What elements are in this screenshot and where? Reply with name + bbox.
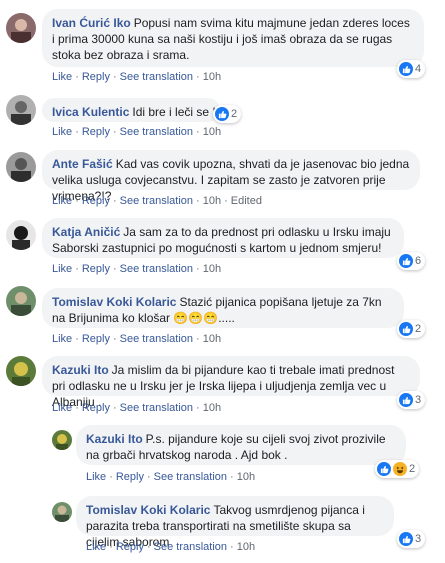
reaction-count: 6 [415, 255, 422, 267]
like-reaction-icon [377, 462, 391, 476]
comment-bubble: Kazuki Ito Ja mislim da bi pijandure kao … [42, 356, 420, 409]
reply-link[interactable]: Reply [82, 333, 110, 345]
like-link[interactable]: Like [52, 263, 72, 275]
comment-time[interactable]: 10h [203, 126, 221, 138]
like-reaction-icon [399, 62, 413, 76]
reaction-summary[interactable]: 2 [213, 105, 242, 123]
comment-author[interactable]: Ante Fašić [52, 157, 113, 171]
reply-bubble: Kazuki Ito P.s. pijandure koje su cijeli … [76, 425, 406, 465]
avatar[interactable] [6, 220, 36, 250]
reaction-count: 3 [415, 533, 422, 545]
reaction-summary[interactable]: 2 [397, 320, 426, 338]
comment-time[interactable]: 10h [203, 195, 221, 207]
see-translation-link[interactable]: See translation [120, 333, 193, 345]
avatar[interactable] [52, 502, 72, 522]
like-link[interactable]: Like [52, 333, 72, 345]
reply-link[interactable]: Reply [82, 71, 110, 83]
like-link[interactable]: Like [86, 471, 106, 483]
comment-bubble: Ivica Kulentic Idi bre i leči se ! [42, 98, 220, 122]
reaction-summary[interactable]: 3 [397, 391, 426, 409]
like-link[interactable]: Like [52, 71, 72, 83]
comment-author[interactable]: Katja Aničić [52, 225, 120, 239]
see-translation-link[interactable]: See translation [120, 402, 193, 414]
reply-link[interactable]: Reply [82, 126, 110, 138]
comment-actions: Like · Reply · See translation · 10h [52, 263, 222, 275]
see-translation-link[interactable]: See translation [120, 195, 193, 207]
comment-time[interactable]: 10h [203, 333, 221, 345]
avatar[interactable] [6, 152, 36, 182]
see-translation-link[interactable]: See translation [154, 541, 227, 553]
reaction-summary[interactable]: 3 [397, 530, 426, 548]
reply-link[interactable]: Reply [116, 541, 144, 553]
avatar[interactable] [6, 286, 36, 316]
reply-bubble: Tomislav Koki Kolaric Takvog usmrdjenog p… [76, 496, 394, 549]
reply-actions: Like · Reply · See translation · 10h [86, 541, 256, 553]
like-reaction-icon [399, 254, 413, 268]
reaction-summary[interactable]: 6 [397, 252, 426, 270]
reaction-count: 2 [231, 108, 238, 120]
comment-actions: Like · Reply · See translation · 10h [52, 333, 222, 345]
avatar[interactable] [6, 95, 36, 125]
reply-author[interactable]: Kazuki Ito [86, 432, 143, 446]
reaction-summary[interactable]: 4 [397, 60, 426, 78]
avatar[interactable] [6, 356, 36, 386]
reply-link[interactable]: Reply [82, 195, 110, 207]
haha-reaction-icon [393, 462, 407, 476]
comment-time[interactable]: 10h [203, 402, 221, 414]
comment-bubble: Tomislav Koki Kolaric Stazić pijanica pop… [42, 288, 404, 328]
like-link[interactable]: Like [52, 402, 72, 414]
reply-time[interactable]: 10h [237, 471, 255, 483]
like-link[interactable]: Like [86, 541, 106, 553]
comment-actions: Like · Reply · See translation · 10h [52, 126, 222, 138]
comment-bubble: Ante Fašić Kad vas covik upozna, shvati d… [42, 150, 420, 203]
reply-link[interactable]: Reply [82, 263, 110, 275]
edited-label[interactable]: Edited [231, 195, 262, 207]
see-translation-link[interactable]: See translation [154, 471, 227, 483]
comment-author[interactable]: Tomislav Koki Kolaric [52, 295, 176, 309]
see-translation-link[interactable]: See translation [120, 71, 193, 83]
avatar[interactable] [52, 430, 72, 450]
reaction-count: 4 [415, 63, 422, 75]
reply-time[interactable]: 10h [237, 541, 255, 553]
comment-text: Idi bre i leči se ! [132, 105, 216, 119]
comment-author[interactable]: Kazuki Ito [52, 363, 109, 377]
like-reaction-icon [399, 393, 413, 407]
comment-actions: Like · Reply · See translation · 10h · Edited [52, 195, 262, 207]
reaction-count: 2 [415, 323, 422, 335]
reply-link[interactable]: Reply [116, 471, 144, 483]
avatar[interactable] [6, 13, 36, 43]
comment-actions: Like · Reply · See translation · 10h [52, 402, 222, 414]
comment-author[interactable]: Ivica Kulentic [52, 105, 129, 119]
comment-author[interactable]: Ivan Ćurić Iko [52, 16, 131, 30]
comment-bubble: Katja Aničić Ja sam za to da prednost pri… [42, 218, 404, 258]
reply-author[interactable]: Tomislav Koki Kolaric [86, 503, 210, 517]
reply-actions: Like · Reply · See translation · 10h [86, 471, 256, 483]
like-reaction-icon [399, 532, 413, 546]
like-reaction-icon [399, 322, 413, 336]
reaction-count: 3 [415, 394, 422, 406]
like-link[interactable]: Like [52, 195, 72, 207]
comment-time[interactable]: 10h [203, 71, 221, 83]
comment-time[interactable]: 10h [203, 263, 221, 275]
see-translation-link[interactable]: See translation [120, 126, 193, 138]
reaction-count: 2 [409, 463, 416, 475]
comment-actions: Like · Reply · See translation · 10h [52, 71, 222, 83]
comment-bubble: Ivan Ćurić Iko Popusi nam svima kitu majm… [42, 9, 424, 67]
like-link[interactable]: Like [52, 126, 72, 138]
like-reaction-icon [215, 107, 229, 121]
see-translation-link[interactable]: See translation [120, 263, 193, 275]
reaction-summary[interactable]: 2 [375, 460, 420, 478]
reply-link[interactable]: Reply [82, 402, 110, 414]
